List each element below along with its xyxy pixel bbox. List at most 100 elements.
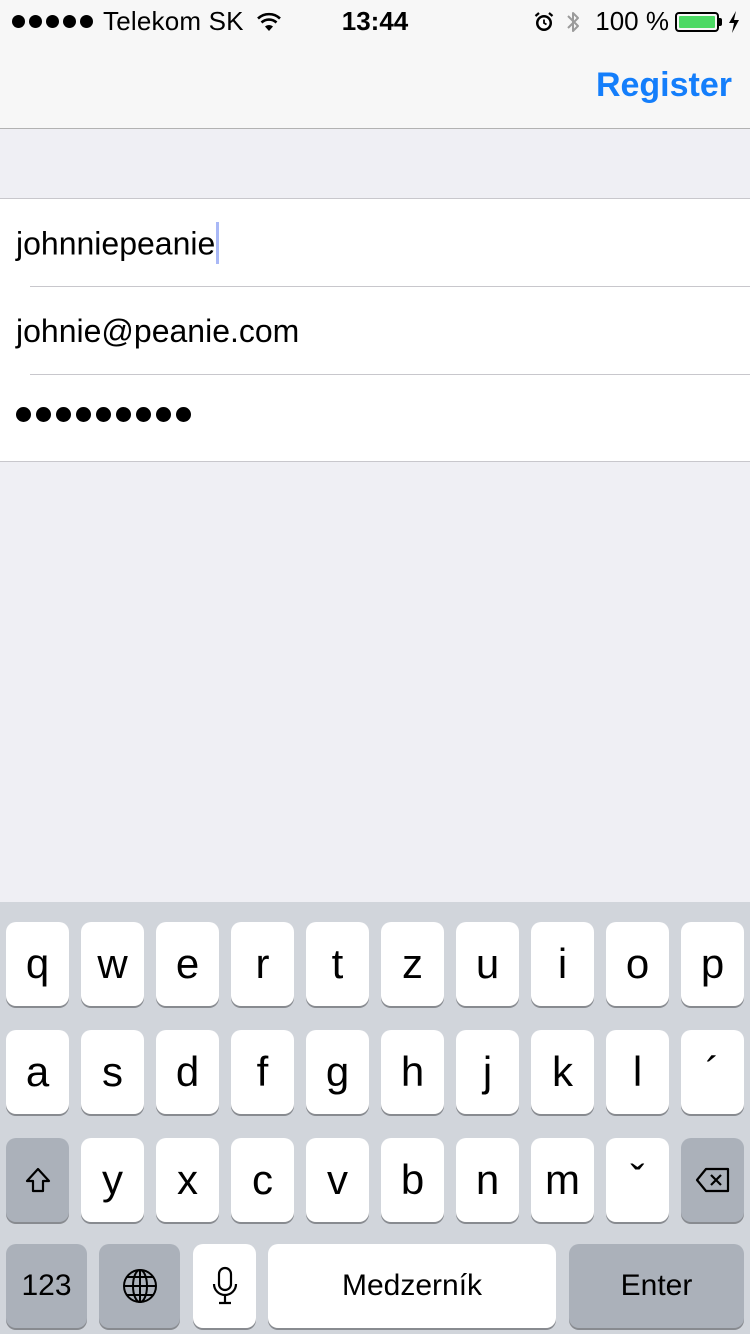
key-1-row1-label: w xyxy=(97,940,128,987)
key-4-row3[interactable]: b xyxy=(381,1138,444,1222)
key-4-row1-label: t xyxy=(331,940,344,987)
username-field[interactable]: johnniepeanie xyxy=(0,199,750,286)
enter-key-label: Enter xyxy=(620,1269,693,1302)
shift-key[interactable] xyxy=(6,1138,69,1222)
globe-key[interactable] xyxy=(99,1244,180,1328)
key-3-row1-label: r xyxy=(255,940,270,987)
key-0-row3[interactable]: y xyxy=(81,1138,144,1222)
charging-bolt-icon xyxy=(729,10,739,33)
key-1-row1[interactable]: w xyxy=(81,922,144,1006)
keyboard: q w e r t z u i o p a s d f g h j k l ´ y x c v b n m ˇ 123 Medzerník… xyxy=(0,902,750,1334)
key-7-row3-label: ˇ xyxy=(630,1156,645,1203)
key-2-row3[interactable]: c xyxy=(231,1138,294,1222)
key-0-row3-label: y xyxy=(102,1156,123,1203)
key-8-row2-label: l xyxy=(632,1048,643,1095)
key-3-row3-label: v xyxy=(327,1156,348,1203)
key-5-row1[interactable]: z xyxy=(381,922,444,1006)
key-2-row2[interactable]: d xyxy=(156,1030,219,1114)
key-1-row2[interactable]: s xyxy=(81,1030,144,1114)
key-6-row1-label: u xyxy=(475,940,500,987)
key-5-row2[interactable]: h xyxy=(381,1030,444,1114)
microphone-key[interactable] xyxy=(193,1244,256,1328)
password-dot xyxy=(176,407,191,422)
enter-key[interactable]: Enter xyxy=(569,1244,744,1328)
shift-icon xyxy=(25,1167,50,1193)
key-9-row2-label: ´ xyxy=(705,1048,720,1095)
key-9-row1[interactable]: p xyxy=(681,922,744,1006)
key-1-row3[interactable]: x xyxy=(156,1138,219,1222)
status-bar: Telekom SK 13:44 100 % xyxy=(0,0,750,40)
key-5-row3-label: n xyxy=(475,1156,500,1203)
key-9-row1-label: p xyxy=(700,940,725,987)
key-8-row1[interactable]: o xyxy=(606,922,669,1006)
password-mask xyxy=(16,407,191,422)
globe-icon xyxy=(122,1269,157,1303)
email-value: johnie@peanie.com xyxy=(16,313,300,349)
key-0-row1-label: q xyxy=(25,940,50,987)
key-6-row3[interactable]: m xyxy=(531,1138,594,1222)
key-4-row1[interactable]: t xyxy=(306,922,369,1006)
microphone-icon xyxy=(212,1266,237,1305)
key-7-row2-label: k xyxy=(552,1048,573,1095)
alarm-icon xyxy=(535,11,554,31)
key-1-row2-label: s xyxy=(102,1048,123,1095)
battery-tip xyxy=(719,17,722,26)
key-5-row1-label: z xyxy=(402,940,423,987)
space-key[interactable]: Medzerník xyxy=(268,1244,556,1328)
key-6-row1[interactable]: u xyxy=(456,922,519,1006)
password-dot xyxy=(96,407,111,422)
navigation-bar: Register xyxy=(0,40,750,129)
key-1-row3-label: x xyxy=(177,1156,198,1203)
battery-fill xyxy=(679,15,715,28)
register-button[interactable]: Register xyxy=(596,66,732,105)
key-8-row1-label: o xyxy=(625,940,650,987)
password-dot xyxy=(156,407,171,422)
key-7-row1-label: i xyxy=(557,940,568,987)
key-3-row2[interactable]: f xyxy=(231,1030,294,1114)
password-field[interactable] xyxy=(0,375,750,462)
battery-percent: 100 % xyxy=(595,6,669,36)
key-7-row1[interactable]: i xyxy=(531,922,594,1006)
bluetooth-icon xyxy=(567,11,580,32)
numbers-key-label: 123 xyxy=(21,1269,72,1302)
key-4-row3-label: b xyxy=(400,1156,425,1203)
username-text: johnniepeanie xyxy=(16,225,216,262)
password-dot xyxy=(16,407,31,422)
backspace-key[interactable] xyxy=(681,1138,744,1222)
password-dot xyxy=(136,407,151,422)
battery-icon xyxy=(675,11,719,32)
key-6-row2-label: j xyxy=(482,1048,493,1095)
numbers-key[interactable]: 123 xyxy=(6,1244,87,1328)
key-0-row2[interactable]: a xyxy=(6,1030,69,1114)
password-value xyxy=(16,401,191,422)
key-3-row3[interactable]: v xyxy=(306,1138,369,1222)
key-2-row1[interactable]: e xyxy=(156,922,219,1006)
key-0-row1[interactable]: q xyxy=(6,922,69,1006)
key-8-row2[interactable]: l xyxy=(606,1030,669,1114)
key-9-row2[interactable]: ´ xyxy=(681,1030,744,1114)
key-5-row3[interactable]: n xyxy=(456,1138,519,1222)
password-dot xyxy=(76,407,91,422)
email-field[interactable]: johnie@peanie.com xyxy=(0,287,750,374)
key-0-row2-label: a xyxy=(25,1048,50,1095)
key-6-row3-label: m xyxy=(545,1156,580,1203)
key-4-row2-label: g xyxy=(325,1048,350,1095)
space-key-label: Medzerník xyxy=(341,1269,483,1302)
password-dot xyxy=(116,407,131,422)
key-3-row1[interactable]: r xyxy=(231,922,294,1006)
key-7-row2[interactable]: k xyxy=(531,1030,594,1114)
backspace-icon xyxy=(695,1167,729,1193)
key-3-row2-label: f xyxy=(256,1048,269,1095)
key-5-row2-label: h xyxy=(400,1048,425,1095)
registration-form: johnniepeanie johnie@peanie.com xyxy=(0,198,750,462)
password-dot xyxy=(36,407,51,422)
username-value: johnniepeanie xyxy=(16,222,220,267)
key-6-row2[interactable]: j xyxy=(456,1030,519,1114)
status-bar-right: 100 % xyxy=(533,6,740,37)
key-2-row1-label: e xyxy=(175,940,200,987)
key-7-row3[interactable]: ˇ xyxy=(606,1138,669,1222)
key-4-row2[interactable]: g xyxy=(306,1030,369,1114)
key-2-row3-label: c xyxy=(252,1156,273,1203)
text-caret xyxy=(216,222,220,264)
password-dot xyxy=(56,407,71,422)
